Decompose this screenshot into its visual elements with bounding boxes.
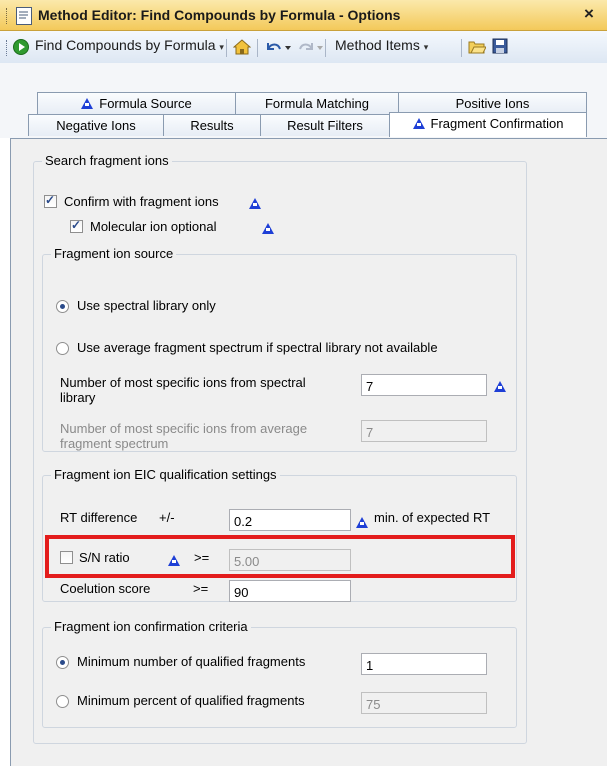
separator — [226, 39, 227, 57]
group-title: Fragment ion confirmation criteria — [51, 619, 251, 634]
n-ions-library-label: Number of most specific ions from spectr… — [60, 375, 306, 405]
grip-icon — [6, 40, 10, 56]
tab-result-filters[interactable]: Result Filters — [260, 114, 390, 136]
save-icon-graphic — [492, 38, 508, 54]
method-items-dropdown[interactable]: Method Items ▾ — [335, 37, 428, 53]
spectral-library-radio[interactable] — [56, 300, 69, 313]
tab-label: Formula Source — [99, 96, 192, 111]
redo-icon-graphic — [299, 43, 323, 50]
molecular-ion-label: Molecular ion optional — [90, 219, 217, 234]
run-icon[interactable] — [13, 39, 29, 55]
tab-label: Results — [190, 118, 234, 133]
confirmation-criteria-group: Fragment ion confirmation criteria Minim… — [42, 619, 517, 728]
info-icon[interactable] — [356, 517, 368, 528]
separator — [461, 39, 462, 57]
editor-icon-graphic — [19, 11, 28, 19]
options-panel: Search fragment ions Confirm with fragme… — [10, 138, 607, 766]
tab-area: Formula Source Formula Matching Positive… — [0, 63, 607, 138]
n-ions-average-label: Number of most specific ions from averag… — [60, 421, 308, 451]
separator — [257, 39, 258, 57]
search-fragment-ions-group: Search fragment ions Confirm with fragme… — [33, 153, 527, 744]
min-number-label: Minimum number of qualified fragments — [77, 654, 306, 669]
group-title: Fragment ion source — [51, 246, 177, 261]
redo-icon[interactable] — [298, 39, 328, 58]
n-ions-library-input[interactable]: 7 — [361, 374, 487, 396]
rt-unit-label: min. of expected RT — [374, 510, 491, 525]
group-title: Search fragment ions — [42, 153, 172, 168]
coelution-operator: >= — [193, 581, 209, 596]
tab-label: Result Filters — [287, 118, 363, 133]
average-spectrum-label: Use average fragment spectrum if spectra… — [77, 340, 438, 355]
home-icon[interactable] — [232, 39, 252, 58]
separator — [325, 39, 326, 57]
rt-difference-input[interactable]: 0.2 — [229, 509, 351, 531]
open-icon[interactable] — [468, 38, 487, 57]
min-percent-label: Minimum percent of qualified fragments — [77, 693, 305, 708]
confirm-fragment-checkbox[interactable] — [44, 193, 57, 208]
group-title: Fragment ion EIC qualification settings — [51, 467, 280, 482]
toolbar: Find Compounds by Formula ▾ Method Items… — [0, 31, 607, 64]
min-number-input[interactable]: 1 — [361, 653, 487, 675]
tab-results[interactable]: Results — [163, 114, 261, 136]
coelution-label: Coelution score — [60, 581, 151, 596]
coelution-input[interactable]: 90 — [229, 580, 351, 602]
info-icon[interactable] — [249, 198, 261, 209]
tab-fragment-confirmation[interactable]: Fragment Confirmation — [389, 112, 587, 137]
spectral-library-label: Use spectral library only — [77, 298, 216, 313]
min-number-radio[interactable] — [56, 656, 69, 669]
tab-label: Fragment Confirmation — [430, 116, 564, 131]
grip-icon — [6, 8, 10, 24]
editor-icon — [16, 7, 32, 25]
fragment-source-group: Fragment ion source Use spectral library… — [42, 246, 517, 452]
tab-formula-matching[interactable]: Formula Matching — [235, 92, 399, 114]
chevron-down-icon: ▾ — [219, 42, 224, 52]
rt-operator: +/- — [159, 510, 175, 525]
window-title-bar: Method Editor: Find Compounds by Formula… — [0, 0, 607, 31]
chevron-down-icon: ▾ — [423, 42, 429, 52]
info-icon — [412, 118, 425, 129]
method-dropdown-label: Find Compounds by Formula — [35, 37, 216, 53]
highlight-box — [45, 535, 515, 578]
undo-icon[interactable] — [264, 39, 294, 58]
undo-icon-graphic — [267, 43, 291, 50]
tab-label: Positive Ions — [455, 96, 530, 111]
save-icon[interactable] — [492, 38, 510, 57]
min-percent-radio[interactable] — [56, 695, 69, 708]
info-icon[interactable] — [261, 223, 274, 234]
n-ions-average-input[interactable]: 7 — [361, 420, 487, 442]
tab-label: Formula Matching — [264, 96, 370, 111]
window-title: Method Editor: Find Compounds by Formula… — [38, 7, 401, 23]
average-spectrum-radio[interactable] — [56, 342, 69, 355]
tab-negative-ions[interactable]: Negative Ions — [28, 114, 164, 136]
confirm-fragment-label: Confirm with fragment ions — [64, 194, 219, 209]
rt-difference-label: RT difference — [60, 510, 138, 525]
info-icon[interactable] — [494, 381, 506, 392]
open-icon-graphic — [468, 41, 487, 54]
method-dropdown[interactable]: Find Compounds by Formula ▾ — [35, 37, 224, 53]
tab-positive-ions[interactable]: Positive Ions — [398, 92, 587, 114]
tab-label: Negative Ions — [56, 118, 136, 133]
method-items-label: Method Items — [335, 37, 420, 53]
info-icon — [81, 98, 94, 109]
tab-formula-source[interactable]: Formula Source — [37, 92, 236, 114]
home-icon-graphic — [232, 39, 252, 55]
molecular-ion-checkbox[interactable] — [70, 218, 83, 233]
min-percent-input[interactable]: 75 — [361, 692, 487, 714]
close-icon[interactable]: × — [584, 4, 594, 24]
